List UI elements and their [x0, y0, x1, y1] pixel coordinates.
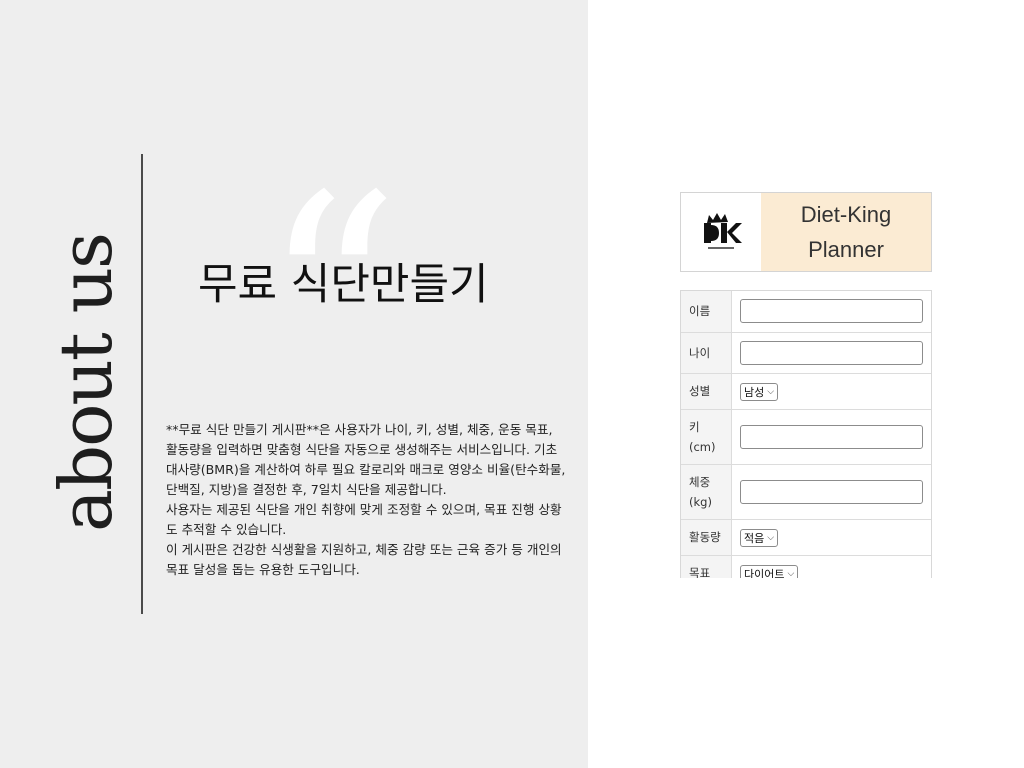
chevron-down-icon: ⌵ [767, 533, 775, 543]
about-us-vertical-heading: about us [44, 234, 128, 532]
form-row-activity: 활동량 적음 ⌵ [681, 518, 931, 556]
divider-line [141, 154, 143, 614]
activity-value: 적음 [744, 532, 765, 545]
description-paragraph: 이 게시판은 건강한 식생활을 지원하고, 체중 감량 또는 근육 증가 등 개… [166, 542, 562, 577]
field-label: 키 (cm) [681, 408, 732, 465]
form-row-weight: 체중 (kg) [681, 463, 931, 520]
height-input[interactable] [740, 424, 923, 449]
chevron-down-icon: ⌵ [767, 387, 775, 397]
age-input[interactable] [740, 340, 923, 365]
name-input[interactable] [740, 299, 923, 324]
activity-select[interactable]: 적음 ⌵ [740, 529, 779, 547]
chevron-down-icon: ⌵ [787, 569, 795, 578]
gender-value: 남성 [744, 386, 765, 399]
field-label: 목표 [681, 554, 732, 578]
about-panel: about us “ 무료 식단만들기 **무료 식단 만들기 게시판**은 사… [0, 0, 588, 768]
form-row-goal: 목표 다이어트 ⌵ [681, 554, 931, 578]
form-row-age: 나이 [681, 331, 931, 374]
brand-line: Planner [808, 237, 884, 262]
field-label: 체중 (kg) [681, 463, 732, 520]
description-paragraph: **무료 식단 만들기 게시판**은 사용자가 나이, 키, 성별, 체중, 운… [166, 422, 566, 497]
dk-crown-logo-icon [704, 213, 742, 249]
field-label: 성별 [681, 372, 732, 410]
field-label: 나이 [681, 331, 732, 374]
weight-input[interactable] [740, 479, 923, 504]
brand-line: Diet-King [800, 202, 892, 227]
description: **무료 식단 만들기 게시판**은 사용자가 나이, 키, 성별, 체중, 운… [166, 420, 568, 580]
form-row-gender: 성별 남성 ⌵ [681, 372, 931, 410]
gender-select[interactable]: 남성 ⌵ [740, 383, 779, 401]
goal-select[interactable]: 다이어트 ⌵ [740, 565, 799, 578]
form-row-height: 키 (cm) [681, 408, 931, 465]
page-title: 무료 식단만들기 [198, 260, 489, 310]
description-paragraph: 사용자는 제공된 식단을 개인 취향에 맞게 조정할 수 있으며, 목표 진행 … [166, 502, 562, 537]
field-label: 활동량 [681, 518, 732, 556]
app-header: Diet-King Planner [680, 192, 932, 272]
goal-value: 다이어트 [744, 568, 785, 578]
form-table: 이름 나이 성별 남성 ⌵ 키 (cm) 체중 (kg) 활동량 적음 ⌵ 목표… [681, 291, 931, 578]
field-label: 이름 [681, 291, 732, 333]
brand-title: Diet-King Planner [761, 193, 931, 271]
logo[interactable] [681, 193, 761, 271]
profile-form: 이름 나이 성별 남성 ⌵ 키 (cm) 체중 (kg) 활동량 적음 ⌵ 목표… [680, 290, 932, 578]
form-row-name: 이름 [681, 291, 931, 333]
